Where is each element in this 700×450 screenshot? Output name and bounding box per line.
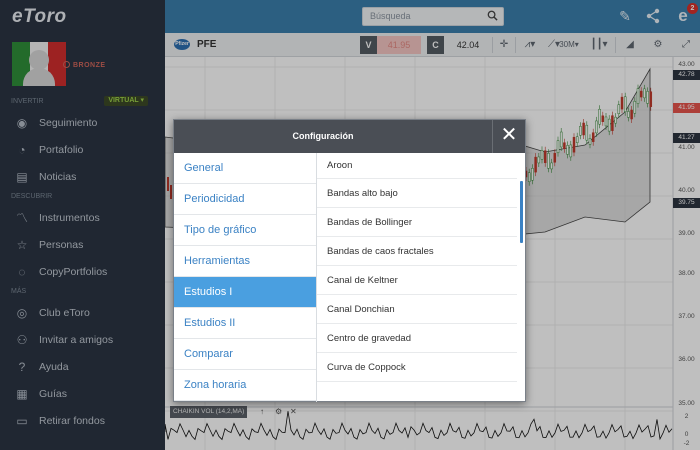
menu-item-tipo-de-gráfico[interactable]: Tipo de gráfico (174, 215, 316, 246)
study-item[interactable]: Bandas alto bajo (317, 179, 517, 208)
menu-item-periodicidad[interactable]: Periodicidad (174, 184, 316, 215)
study-item[interactable]: Bandas de Bollinger (317, 208, 517, 237)
modal-header: Configuración ✕ (174, 120, 525, 153)
study-item[interactable]: Canal de Keltner (317, 266, 517, 295)
settings-modal: Configuración ✕ General Periodicidad Tipo … (173, 119, 526, 402)
close-icon[interactable]: ✕ (492, 120, 525, 153)
study-item[interactable]: Curva de Coppock (317, 353, 517, 382)
menu-item-estudios-ii[interactable]: Estudios II (174, 308, 316, 339)
menu-item-general[interactable]: General (174, 153, 316, 184)
study-item[interactable]: Canal Donchian (317, 295, 517, 324)
modal-title: Configuración (292, 131, 354, 141)
menu-item-herramientas[interactable]: Herramientas (174, 246, 316, 277)
menu-item-estudios-i[interactable]: Estudios I (174, 277, 316, 308)
study-item[interactable]: Centro de gravedad (317, 324, 517, 353)
studies-list: Aroon Bandas alto bajo Bandas de Bollinger… (317, 153, 525, 402)
menu-item-zona-horaria[interactable]: Zona horaria (174, 370, 316, 401)
study-item[interactable]: Aroon (317, 153, 517, 179)
study-item[interactable]: Bandas de caos fractales (317, 237, 517, 266)
settings-menu: General Periodicidad Tipo de gráfico Herram… (174, 153, 317, 402)
studies-scrollbar[interactable] (520, 181, 523, 243)
menu-item-comparar[interactable]: Comparar (174, 339, 316, 370)
